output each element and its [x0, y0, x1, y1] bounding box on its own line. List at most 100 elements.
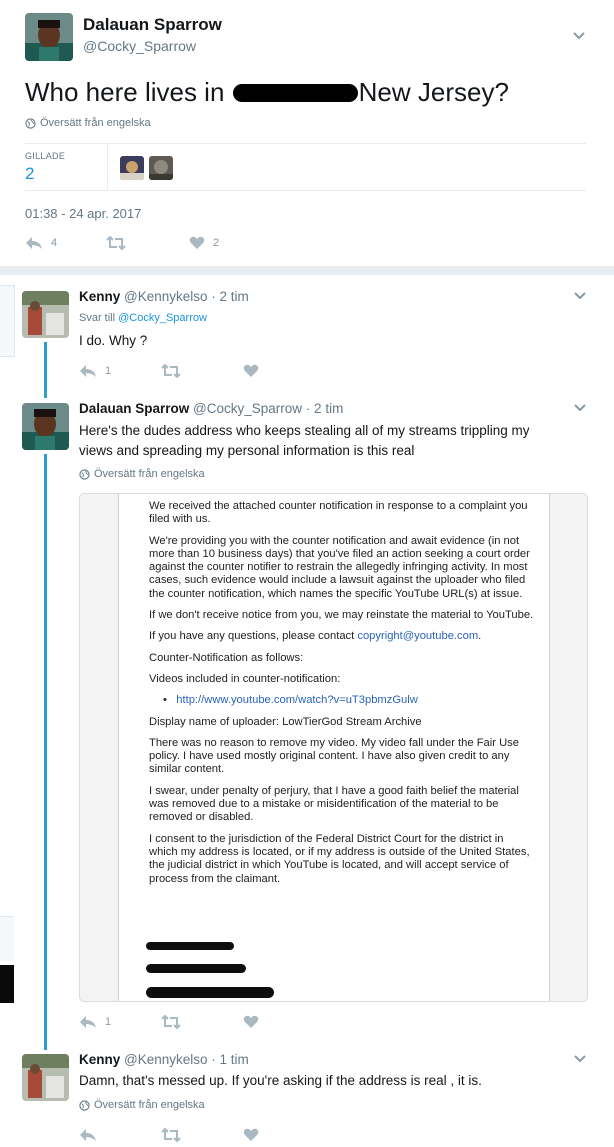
avatar-image — [120, 156, 144, 180]
email-link: copyright@youtube.com — [357, 630, 479, 643]
reply-arrow-icon — [80, 1129, 96, 1141]
reply-header: Kenny @Kennykelso · 1 tim — [79, 1052, 249, 1067]
translate-label: Översätt från engelska — [94, 1099, 205, 1111]
reply-count: 1 — [105, 1016, 112, 1028]
like-button[interactable] — [243, 364, 259, 378]
reply-text: I do. Why ? — [79, 333, 148, 348]
tweet-text-start: Who here lives in — [25, 77, 225, 107]
retweet-button[interactable] — [161, 364, 181, 378]
reply-header: Dalauan Sparrow @Cocky_Sparrow · 2 tim — [79, 401, 343, 416]
attached-image[interactable]: We received the attached counter notific… — [79, 493, 588, 1002]
author-name[interactable]: Dalauan Sparrow — [83, 15, 222, 35]
translate-label: Översätt från engelska — [40, 117, 151, 129]
stats-divider-vertical — [107, 143, 108, 190]
reply-time[interactable]: · 2 tim — [306, 401, 344, 416]
left-panel-edge — [0, 916, 14, 961]
thread-line — [44, 454, 47, 1050]
like-button[interactable] — [243, 1128, 259, 1142]
reply-to-handle[interactable]: @Cocky_Sparrow — [118, 312, 207, 324]
author-name[interactable]: Kenny — [79, 289, 120, 304]
heart-icon — [189, 236, 205, 249]
retweet-icon — [106, 236, 126, 250]
author-handle[interactable]: @Cocky_Sparrow — [193, 401, 302, 416]
likes-count[interactable]: 2 — [25, 164, 34, 184]
translate-label: Översätt från engelska — [94, 468, 205, 480]
bullet-dot: • — [163, 694, 167, 707]
author-avatar[interactable] — [22, 291, 69, 338]
retweet-button[interactable] — [106, 236, 126, 250]
document-page: We received the attached counter notific… — [118, 494, 550, 1001]
translate-link[interactable]: Översätt från engelska — [25, 117, 151, 129]
doc-paragraph: We're providing you with the counter not… — [149, 534, 530, 600]
avatar-image — [25, 13, 73, 61]
avatar-image — [22, 403, 69, 450]
reply-arrow-icon — [80, 1016, 96, 1028]
reply-text: Here's the dudes address who keeps steal… — [79, 421, 530, 461]
doc-paragraph: There was no reason to remove my video. … — [149, 736, 519, 776]
translate-link[interactable]: Översätt från engelska — [79, 468, 205, 480]
heart-icon — [243, 1015, 259, 1028]
liker-avatar[interactable] — [120, 156, 144, 180]
reply-button[interactable]: 4 — [25, 236, 57, 250]
reply-time[interactable]: · 2 tim — [211, 289, 249, 304]
doc-paragraph: Videos included in counter-notification: — [149, 672, 341, 685]
chevron-down-icon[interactable] — [573, 1054, 587, 1064]
globe-icon — [79, 1099, 90, 1111]
retweet-icon — [161, 1128, 181, 1142]
reply-arrow-icon — [80, 365, 96, 377]
chevron-down-icon[interactable] — [573, 403, 587, 413]
left-panel-edge — [0, 965, 14, 1003]
chevron-down-icon[interactable] — [573, 291, 587, 301]
redaction-mark — [232, 84, 358, 102]
reply-time[interactable]: · 1 tim — [211, 1052, 249, 1067]
reply-text-line: views and spreading my personal informat… — [79, 443, 415, 458]
reply-button[interactable]: 1 — [79, 364, 111, 378]
doc-paragraph: Counter-Notification as follows: — [149, 651, 304, 664]
globe-icon — [25, 117, 36, 129]
reply-to-prefix: Svar till — [79, 312, 116, 324]
retweet-icon — [161, 364, 181, 378]
redaction-mark — [146, 942, 234, 950]
reply-header: Kenny @Kennykelso · 2 tim — [79, 289, 249, 304]
author-avatar[interactable] — [22, 1054, 69, 1101]
reply-count: 4 — [51, 237, 58, 249]
likes-label: GILLADE — [25, 151, 66, 161]
retweet-button[interactable] — [161, 1015, 181, 1029]
like-button[interactable]: 2 — [189, 236, 219, 250]
avatar-image — [22, 1054, 69, 1101]
author-name[interactable]: Kenny — [79, 1052, 120, 1067]
stats-divider-bottom — [25, 190, 586, 191]
tweet-timestamp[interactable]: 01:38 - 24 apr. 2017 — [25, 206, 141, 221]
liker-avatar[interactable] — [149, 156, 173, 180]
heart-icon — [243, 1128, 259, 1141]
doc-paragraph: If we don't receive notice from you, we … — [149, 609, 534, 622]
author-handle[interactable]: @Cocky_Sparrow — [83, 38, 196, 54]
author-avatar[interactable] — [22, 403, 69, 450]
avatar-image — [22, 291, 69, 338]
like-button[interactable] — [243, 1015, 259, 1029]
reply-text-line: Here's the dudes address who keeps steal… — [79, 423, 530, 438]
heart-icon — [243, 364, 259, 377]
redaction-mark — [146, 964, 246, 973]
doc-paragraph: I swear, under penalty of perjury, that … — [149, 784, 519, 824]
retweet-icon — [161, 1015, 181, 1029]
video-url-link: http://www.youtube.com/watch?v=uT3pbmzGu… — [176, 694, 418, 707]
section-separator — [0, 266, 614, 275]
reply-button[interactable] — [79, 1128, 97, 1142]
reply-button[interactable]: 1 — [79, 1015, 111, 1029]
thread-line — [44, 342, 47, 398]
author-name[interactable]: Dalauan Sparrow — [79, 401, 189, 416]
reply-text: Damn, that's messed up. If you're asking… — [79, 1073, 482, 1088]
doc-paragraph: Display name of uploader: LowTierGod Str… — [149, 715, 422, 728]
translate-link[interactable]: Översätt från engelska — [79, 1099, 205, 1111]
author-avatar[interactable] — [25, 13, 73, 61]
retweet-button[interactable] — [161, 1128, 181, 1142]
doc-bullet: • http://www.youtube.com/watch?v=uT3pbmz… — [149, 694, 534, 707]
chevron-down-icon[interactable] — [572, 31, 586, 41]
author-handle[interactable]: @Kennykelso — [124, 289, 208, 304]
doc-paragraph: If you have any questions, please contac… — [149, 630, 534, 643]
author-handle[interactable]: @Kennykelso — [124, 1052, 208, 1067]
document-text: We received the attached counter notific… — [149, 500, 534, 894]
reply-arrow-icon — [26, 237, 42, 249]
reply-count: 1 — [105, 365, 112, 377]
